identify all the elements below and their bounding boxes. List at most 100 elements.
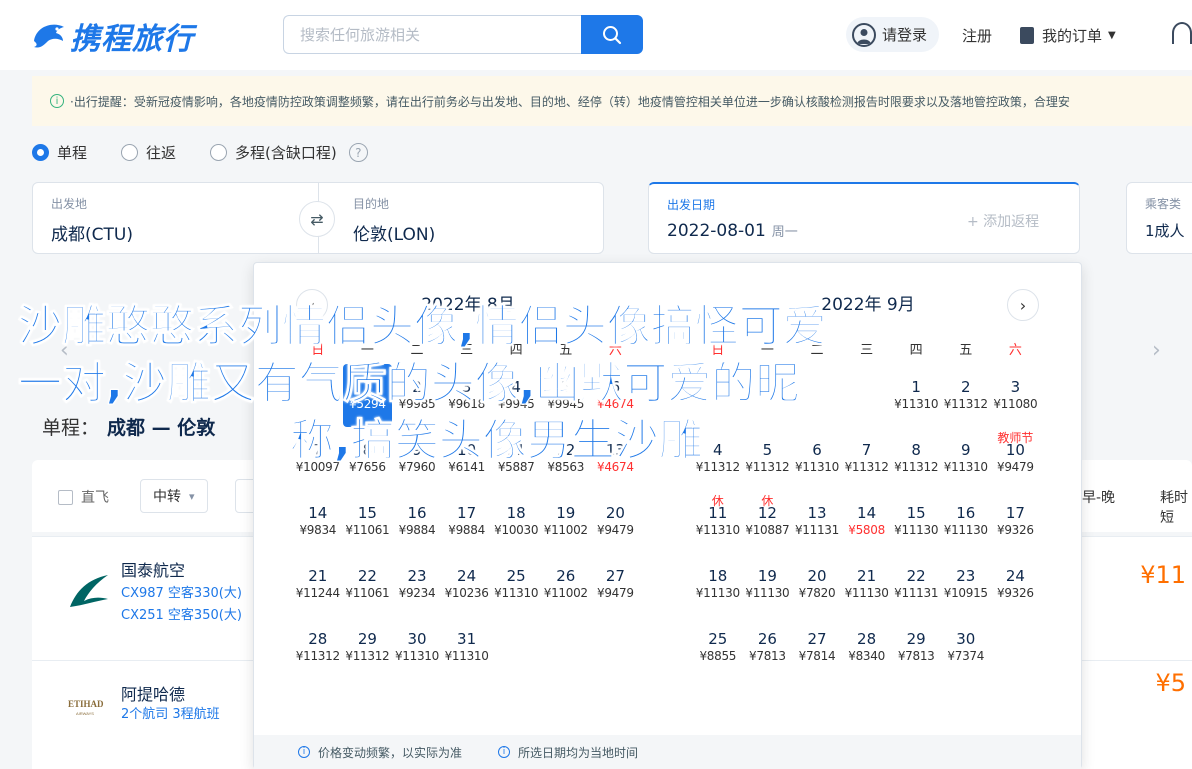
calendar-day[interactable]: 3 ¥9618: [442, 364, 492, 427]
weekday-label: 一: [760, 343, 774, 358]
calendar-day[interactable]: 14 ¥5808: [842, 490, 892, 553]
calendar-day[interactable]: 20 ¥9479: [591, 490, 641, 553]
calendar-day[interactable]: 28 ¥11312: [293, 616, 343, 679]
ctrip-logo[interactable]: 携程旅行: [30, 14, 194, 58]
weekday-label: 二: [410, 343, 424, 358]
calendar-day[interactable]: 4 ¥11312: [693, 427, 743, 490]
calendar-day[interactable]: 13 ¥4674: [591, 427, 641, 490]
calendar-day[interactable]: 5 ¥9945: [541, 364, 591, 427]
day-number: 28: [857, 630, 877, 648]
sort-duration[interactable]: 耗时短: [1160, 487, 1192, 527]
direct-only-checkbox[interactable]: 直飞: [58, 487, 109, 507]
date-value: 2022-08-01: [667, 221, 766, 241]
calendar-day[interactable]: 21 ¥11244: [293, 553, 343, 616]
weekday-label: 日: [311, 343, 325, 358]
radio-dot: [210, 144, 228, 161]
calendar-day[interactable]: 7 ¥11312: [842, 427, 892, 490]
calendar-day[interactable]: 19 ¥11130: [743, 553, 793, 616]
radio-oneway[interactable]: 单程: [32, 142, 87, 163]
calendar-day[interactable]: 7 ¥10097: [293, 427, 343, 490]
calendar-day[interactable]: 23 ¥10915: [941, 553, 991, 616]
calendar-day[interactable]: 22 ¥11131: [891, 553, 941, 616]
trip-type-selector: 单程 往返 多程(含缺口程) ?: [32, 142, 368, 163]
calendar-day[interactable]: 1 ¥11310: [891, 364, 941, 427]
calendar-day[interactable]: 教师节 10 ¥9479: [991, 427, 1041, 490]
calendar-day[interactable]: 24 ¥10236: [442, 553, 492, 616]
calendar-day[interactable]: 8 ¥7656: [343, 427, 393, 490]
radio-multi[interactable]: 多程(含缺口程): [210, 142, 337, 163]
calendar-day[interactable]: 9 ¥7960: [392, 427, 442, 490]
day-price: ¥11002: [543, 586, 588, 600]
calendar-day[interactable]: 6 ¥11310: [792, 427, 842, 490]
calendar-day[interactable]: 1 ¥5294: [342, 364, 393, 427]
day-number: 23: [956, 567, 976, 585]
calendar-day[interactable]: 18 ¥10030: [491, 490, 541, 553]
my-orders-menu[interactable]: 我的订单 ▼: [1020, 25, 1116, 46]
calendar-day[interactable]: 26 ¥7813: [743, 616, 793, 679]
calendar-day[interactable]: 16 ¥11130: [941, 490, 991, 553]
calendar-day[interactable]: 29 ¥7813: [891, 616, 941, 679]
calendar-day[interactable]: 5 ¥11312: [743, 427, 793, 490]
login-button[interactable]: 请登录: [846, 17, 940, 52]
register-link[interactable]: 注册: [962, 25, 992, 46]
calendar-day[interactable]: 14 ¥9834: [293, 490, 343, 553]
calendar-day[interactable]: 16 ¥9884: [392, 490, 442, 553]
calendar-day[interactable]: 31 ¥11310: [442, 616, 492, 679]
add-return-button[interactable]: + 添加返程: [967, 211, 1039, 231]
calendar-day[interactable]: 13 ¥11131: [792, 490, 842, 553]
radio-roundtrip[interactable]: 往返: [121, 142, 176, 163]
day-price: ¥10097: [295, 460, 340, 474]
calendar-day[interactable]: 8 ¥11312: [891, 427, 941, 490]
chevron-left-icon[interactable]: ‹: [60, 338, 69, 363]
help-icon[interactable]: ?: [348, 143, 368, 162]
day-price: ¥9479: [997, 460, 1034, 474]
calendar-day[interactable]: 22 ¥11061: [343, 553, 393, 616]
calendar-day[interactable]: 10 ¥6141: [442, 427, 492, 490]
calendar-day[interactable]: 27 ¥7814: [792, 616, 842, 679]
calendar-day[interactable]: 15 ¥11130: [891, 490, 941, 553]
swap-cities-button[interactable]: ⇄: [299, 201, 335, 237]
calendar-day[interactable]: 4 ¥9945: [491, 364, 541, 427]
destination-field[interactable]: 目的地 伦敦(LON): [318, 182, 604, 254]
departure-value: 成都(CTU): [51, 225, 133, 245]
departure-field[interactable]: 出发地 成都(CTU): [32, 182, 320, 254]
search-button[interactable]: [581, 15, 643, 54]
day-price: ¥11130: [844, 586, 889, 600]
departure-date-field[interactable]: 出发日期 2022-08-01 周一 + 添加返程: [648, 182, 1080, 254]
calendar-day[interactable]: 29 ¥11312: [343, 616, 393, 679]
calendar-day[interactable]: 25 ¥8855: [693, 616, 743, 679]
calendar-day[interactable]: 2 ¥11312: [941, 364, 991, 427]
calendar-day[interactable]: 2 ¥9985: [392, 364, 442, 427]
calendar-day[interactable]: 30 ¥11310: [392, 616, 442, 679]
passenger-field[interactable]: 乘客类 1成人: [1126, 182, 1192, 254]
calendar-day[interactable]: 19 ¥11002: [541, 490, 591, 553]
calendar-day[interactable]: 21 ¥11130: [842, 553, 892, 616]
calendar-day[interactable]: 26 ¥11002: [541, 553, 591, 616]
calendar-day[interactable]: 6 ¥4674: [591, 364, 641, 427]
calendar-day[interactable]: 24 ¥9326: [991, 553, 1041, 616]
calendar-day[interactable]: 3 ¥11080: [991, 364, 1041, 427]
calendar-day[interactable]: 23 ¥9234: [392, 553, 442, 616]
chevron-right-icon[interactable]: ›: [1152, 338, 1161, 363]
calendar-day[interactable]: 11 ¥5887: [491, 427, 541, 490]
calendar-day[interactable]: 20 ¥7820: [792, 553, 842, 616]
search-input[interactable]: 搜索任何旅游相关: [283, 15, 581, 54]
calendar-day[interactable]: 17 ¥9326: [991, 490, 1041, 553]
sort-early-late[interactable]: 早-晚: [1082, 487, 1115, 507]
transfer-dropdown[interactable]: 中转 ▾: [140, 479, 208, 513]
calendar-day[interactable]: 25 ¥11310: [491, 553, 541, 616]
calendar-day[interactable]: 9 ¥11310: [941, 427, 991, 490]
calendar-day[interactable]: 28 ¥8340: [842, 616, 892, 679]
headset-icon[interactable]: [1172, 22, 1192, 44]
calendar-day[interactable]: 17 ¥9884: [442, 490, 492, 553]
calendar-day[interactable]: 15 ¥11061: [343, 490, 393, 553]
calendar-day[interactable]: 18 ¥11130: [693, 553, 743, 616]
calendar-day[interactable]: 30 ¥7374: [941, 616, 991, 679]
calendar-day[interactable]: 休 12 ¥10887: [743, 490, 793, 553]
calendar-day[interactable]: 休 11 ¥11310: [693, 490, 743, 553]
weekday-label: 四: [909, 343, 923, 358]
day-number: 2: [960, 378, 971, 396]
calendar-day[interactable]: 12 ¥8563: [541, 427, 591, 490]
day-number: 25: [708, 630, 728, 648]
calendar-day[interactable]: 27 ¥9479: [591, 553, 641, 616]
